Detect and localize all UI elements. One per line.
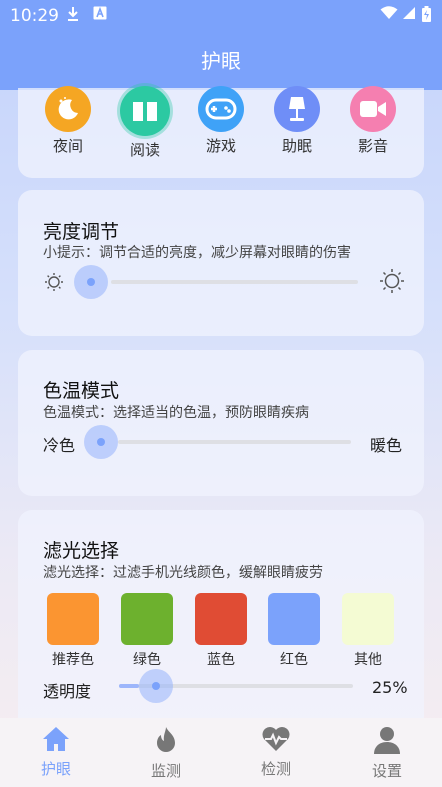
status-time: 10:29 bbox=[10, 6, 59, 26]
opacity-slider-thumb[interactable] bbox=[139, 669, 174, 703]
signal-icon bbox=[402, 6, 416, 24]
swatch-recommended[interactable] bbox=[47, 593, 99, 645]
brightness-card: 亮度调节 小提示：调节合适的亮度，减少屏幕对眼睛的伤害 bbox=[18, 190, 424, 336]
color-temp-slider-track[interactable] bbox=[118, 440, 351, 444]
nav-label: 监测 bbox=[150, 762, 181, 780]
color-temp-hint: 色温模式：选择适当的色温，预防眼睛疾病 bbox=[43, 405, 309, 421]
user-icon bbox=[347, 726, 427, 758]
app-header: 10:29 护眼 bbox=[0, 0, 442, 90]
brightness-slider-thumb[interactable] bbox=[74, 265, 108, 299]
color-temp-title: 色温模式 bbox=[43, 380, 120, 402]
video-icon bbox=[350, 86, 396, 132]
nav-label: 设置 bbox=[371, 762, 402, 780]
download-icon bbox=[66, 6, 80, 26]
swatch-label: 其他 bbox=[354, 652, 382, 668]
page-title: 护眼 bbox=[201, 49, 241, 73]
sun-low-icon bbox=[43, 271, 65, 297]
mode-night-button[interactable]: 夜间 bbox=[40, 86, 96, 156]
moon-icon bbox=[45, 86, 91, 132]
battery-icon bbox=[422, 6, 431, 26]
bottom-nav: 护眼 监测 检测 设置 bbox=[0, 718, 442, 787]
nav-monitor[interactable]: 监测 bbox=[126, 726, 206, 781]
mode-game-button[interactable]: 游戏 bbox=[193, 86, 249, 156]
book-icon bbox=[120, 86, 170, 136]
filter-hint: 滤光选择：过滤手机光线颜色，缓解眼睛疲劳 bbox=[43, 565, 323, 581]
swatch-label: 推荐色 bbox=[52, 652, 94, 668]
wifi-icon bbox=[380, 6, 398, 24]
color-temp-slider-thumb[interactable] bbox=[84, 425, 118, 459]
home-icon bbox=[16, 726, 96, 756]
sun-high-icon bbox=[379, 268, 405, 298]
mode-label: 影音 bbox=[357, 137, 388, 155]
nav-eye-care[interactable]: 护眼 bbox=[16, 726, 96, 779]
swatch-blue[interactable] bbox=[195, 593, 247, 645]
filter-card: 滤光选择 滤光选择：过滤手机光线颜色，缓解眼睛疲劳 推荐色 绿色 蓝色 红色 其… bbox=[18, 510, 424, 718]
swatch-label: 绿色 bbox=[133, 652, 161, 668]
nav-detect[interactable]: 检测 bbox=[236, 726, 316, 779]
font-icon bbox=[93, 6, 107, 24]
nav-label: 护眼 bbox=[40, 760, 71, 778]
swatch-red[interactable] bbox=[268, 593, 320, 645]
brightness-hint: 小提示：调节合适的亮度，减少屏幕对眼睛的伤害 bbox=[43, 245, 351, 261]
opacity-slider-fill bbox=[119, 684, 140, 688]
mode-label: 助眠 bbox=[281, 137, 312, 155]
swatch-label: 蓝色 bbox=[207, 652, 235, 668]
mode-card: 夜间 阅读 游戏 助眠 影音 bbox=[18, 86, 424, 178]
mode-label: 游戏 bbox=[205, 137, 236, 155]
heart-pulse-icon bbox=[236, 726, 316, 756]
brightness-slider-track[interactable] bbox=[111, 280, 358, 284]
swatch-other[interactable] bbox=[342, 593, 394, 645]
nav-settings[interactable]: 设置 bbox=[347, 726, 427, 781]
mode-sleep-button[interactable]: 助眠 bbox=[269, 86, 325, 156]
mode-label: 阅读 bbox=[129, 141, 160, 159]
gamepad-icon bbox=[198, 86, 244, 132]
mode-reading-button[interactable]: 阅读 bbox=[117, 86, 173, 160]
cold-label: 冷色 bbox=[43, 436, 76, 455]
flame-icon bbox=[126, 726, 206, 758]
warm-label: 暖色 bbox=[370, 436, 403, 455]
brightness-title: 亮度调节 bbox=[43, 221, 120, 243]
lamp-icon bbox=[274, 86, 320, 132]
swatch-label: 红色 bbox=[280, 652, 308, 668]
mode-video-button[interactable]: 影音 bbox=[345, 86, 401, 156]
swatch-green[interactable] bbox=[121, 593, 173, 645]
opacity-label: 透明度 bbox=[43, 682, 92, 701]
opacity-value: 25% bbox=[372, 678, 408, 697]
nav-label: 检测 bbox=[260, 760, 291, 778]
color-temp-card: 色温模式 色温模式：选择适当的色温，预防眼睛疾病 冷色 暖色 bbox=[18, 350, 424, 496]
filter-title: 滤光选择 bbox=[43, 540, 120, 562]
mode-label: 夜间 bbox=[52, 137, 83, 155]
